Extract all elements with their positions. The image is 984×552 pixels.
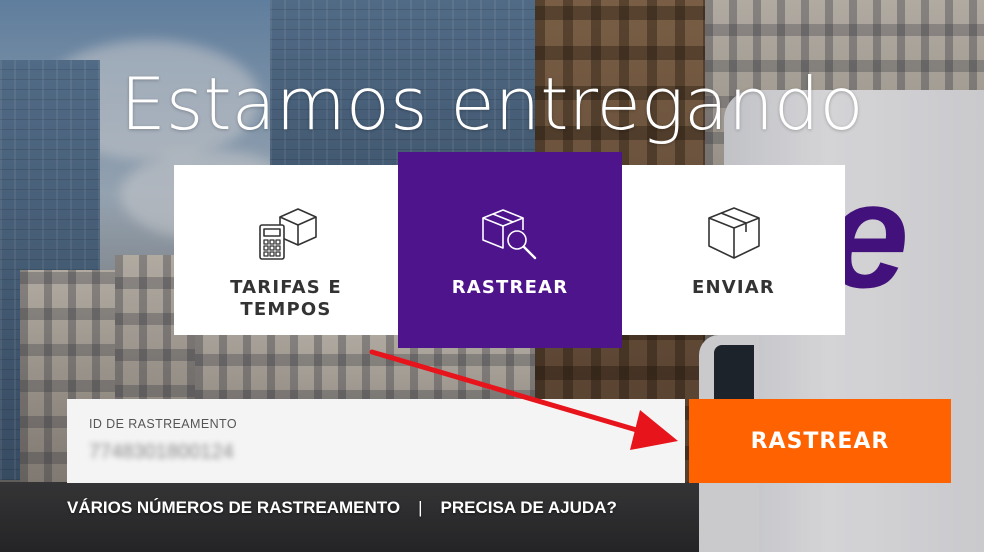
track-button[interactable]: RASTREAR xyxy=(689,399,951,483)
tab-label-line: TARIFAS E xyxy=(230,277,342,298)
multiple-tracking-numbers-link[interactable]: VÁRIOS NÚMEROS DE RASTREAMENTO xyxy=(67,498,400,518)
tracking-id-field[interactable]: ID DE RASTREAMENTO xyxy=(67,399,685,483)
need-help-link[interactable]: PRECISA DE AJUDA? xyxy=(441,498,617,518)
calculator-box-icon xyxy=(254,203,318,263)
tab-label: TARIFAS E TEMPOS xyxy=(230,277,342,321)
tracking-id-input[interactable] xyxy=(89,439,649,465)
tab-label: ENVIAR xyxy=(692,277,775,298)
tab-rates-and-times[interactable]: TARIFAS E TEMPOS xyxy=(174,165,398,335)
tab-ship[interactable]: ENVIAR xyxy=(622,165,845,335)
link-separator: | xyxy=(418,498,423,517)
hero-title: Estamos entregando xyxy=(120,62,864,147)
tab-label-line: TEMPOS xyxy=(240,299,332,320)
box-icon xyxy=(705,203,763,263)
help-links: VÁRIOS NÚMEROS DE RASTREAMENTO | PRECISA… xyxy=(67,496,617,520)
tab-track[interactable]: RASTREAR xyxy=(398,152,622,348)
service-tabs: TARIFAS E TEMPOS RASTREAR ENVIAR xyxy=(174,152,845,348)
tab-label: RASTREAR xyxy=(451,277,569,298)
box-magnifier-icon xyxy=(479,203,541,263)
tracking-id-label: ID DE RASTREAMENTO xyxy=(89,417,237,431)
